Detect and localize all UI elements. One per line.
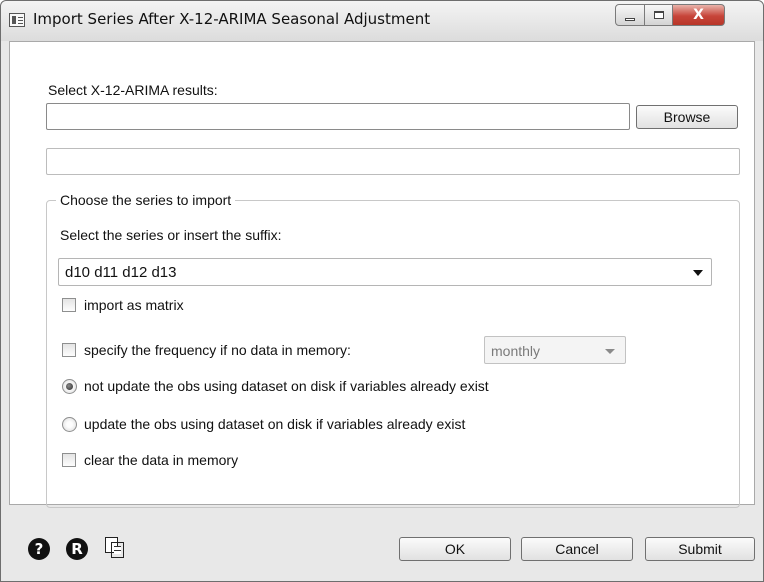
- reset-icon[interactable]: R: [66, 538, 88, 560]
- select-series-label: Select the series or insert the suffix:: [60, 227, 282, 243]
- frequency-select-value: monthly: [491, 343, 541, 359]
- results-path-input[interactable]: [46, 103, 630, 130]
- maximize-button[interactable]: [645, 4, 673, 26]
- maximize-icon: [653, 11, 664, 19]
- minimize-icon: [625, 17, 635, 21]
- clear-data-checkbox[interactable]: [62, 453, 76, 467]
- not-update-radio[interactable]: [62, 379, 77, 394]
- dialog-body: Select X-12-ARIMA results: Browse Choose…: [9, 41, 755, 508]
- series-group-title: Choose the series to import: [56, 192, 236, 208]
- update-radio[interactable]: [62, 417, 77, 432]
- caption-buttons: X: [615, 4, 725, 26]
- minimize-button[interactable]: [615, 4, 645, 26]
- ok-button[interactable]: OK: [399, 537, 511, 561]
- dropdown-arrow-icon[interactable]: [693, 270, 703, 276]
- series-combobox-value: d10 d11 d12 d13: [65, 264, 177, 281]
- browse-button[interactable]: Browse: [636, 105, 738, 129]
- specify-frequency-label[interactable]: specify the frequency if no data in memo…: [84, 342, 351, 358]
- clear-data-label[interactable]: clear the data in memory: [84, 452, 238, 468]
- import-matrix-checkbox[interactable]: [62, 298, 76, 312]
- frequency-select[interactable]: monthly: [484, 336, 626, 364]
- chevron-down-icon: [605, 349, 615, 354]
- import-matrix-label[interactable]: import as matrix: [84, 297, 184, 313]
- not-update-label[interactable]: not update the obs using dataset on disk…: [84, 378, 489, 394]
- close-icon: X: [693, 7, 704, 23]
- window-title: Import Series After X-12-ARIMA Seasonal …: [33, 10, 431, 28]
- help-icon[interactable]: ?: [28, 538, 50, 560]
- dialog-app-icon[interactable]: [9, 13, 25, 27]
- specify-frequency-checkbox[interactable]: [62, 343, 76, 357]
- copy-icon[interactable]: [105, 537, 125, 559]
- close-button[interactable]: X: [673, 4, 725, 26]
- submit-button[interactable]: Submit: [645, 537, 755, 561]
- results-label: Select X-12-ARIMA results:: [48, 82, 218, 98]
- update-label[interactable]: update the obs using dataset on disk if …: [84, 416, 465, 432]
- title-bar[interactable]: Import Series After X-12-ARIMA Seasonal …: [1, 1, 763, 41]
- results-info-field: [46, 148, 740, 175]
- dialog-window: Import Series After X-12-ARIMA Seasonal …: [0, 0, 764, 582]
- series-combobox[interactable]: d10 d11 d12 d13: [58, 258, 712, 286]
- cancel-button[interactable]: Cancel: [521, 537, 633, 561]
